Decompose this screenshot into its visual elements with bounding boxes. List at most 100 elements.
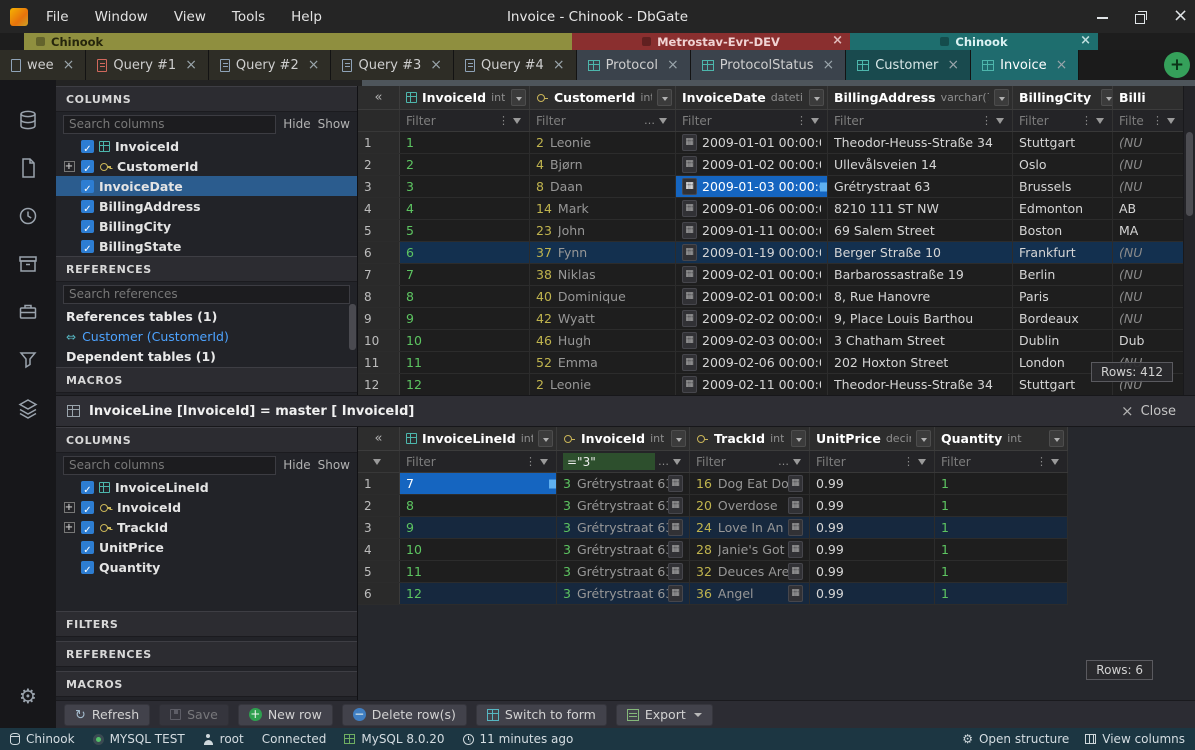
tab-group[interactable]: Chinook <box>24 33 572 50</box>
cell-invoiceid[interactable]: 2 <box>400 154 530 175</box>
column-menu-chevron-icon[interactable] <box>657 89 672 106</box>
menu-item[interactable]: View <box>174 9 206 25</box>
cell-billingaddress[interactable]: 8210 111 ST NW <box>828 198 1013 219</box>
funnel-icon[interactable] <box>1167 118 1175 124</box>
cell-invoiceid[interactable]: 5 <box>400 220 530 241</box>
open-reference-icon[interactable] <box>668 519 683 536</box>
cell-quantity[interactable]: 1 <box>935 517 1068 538</box>
cell-invoicelineid[interactable]: 12 <box>400 583 557 604</box>
cell-invoiceid[interactable]: 9 <box>400 308 530 329</box>
filter-menu-icon[interactable] <box>1080 114 1093 127</box>
filter-menu-icon[interactable] <box>980 114 993 127</box>
reference-table-link[interactable]: Customer (CustomerId) <box>56 327 357 346</box>
cell-invoiceid[interactable]: 3 Grétrystraat 63 <box>557 583 690 604</box>
cell-billingaddress[interactable]: Ullevålsveien 14 <box>828 154 1013 175</box>
cell-billingcity[interactable]: Frankfurt <box>1013 242 1113 263</box>
menu-item[interactable]: Help <box>291 9 322 25</box>
cell-invoicedate[interactable]: 2009-01-03 00:00:00 <box>676 176 828 197</box>
datetime-editor-icon[interactable] <box>682 200 697 217</box>
column-filter[interactable]: Filter <box>400 451 557 472</box>
cell-invoiceid[interactable]: 7 <box>400 264 530 285</box>
cell-billingstate[interactable]: (NU <box>1113 308 1183 329</box>
cell-billingaddress[interactable]: Berger Straße 10 <box>828 242 1013 263</box>
table-row[interactable]: 3 9 3 Grétrystraat 63 24 <box>358 517 1068 539</box>
history-nav-icon[interactable] <box>0 192 56 240</box>
filter-input[interactable]: Filter <box>682 114 795 128</box>
open-structure-button[interactable]: Open structure <box>962 732 1069 746</box>
cell-billingstate[interactable]: (NU <box>1113 286 1183 307</box>
plugins-nav-icon[interactable] <box>0 288 56 336</box>
cell-unitprice[interactable]: 0.99 <box>810 583 935 604</box>
column-checkbox[interactable] <box>81 561 94 574</box>
maximize-button[interactable] <box>1135 11 1147 23</box>
save-button[interactable]: Save <box>159 704 229 726</box>
column-checkbox[interactable] <box>81 501 94 514</box>
cell-invoicedate[interactable]: 2009-02-02 00:00:00 <box>676 308 828 329</box>
open-reference-icon[interactable] <box>788 475 803 492</box>
cell-customerid[interactable]: 42 Wyatt <box>530 308 676 329</box>
tab-group[interactable]: Chinook <box>850 33 1098 50</box>
filter-menu-icon[interactable] <box>643 114 656 127</box>
clear-filters-icon[interactable] <box>373 459 381 465</box>
table-row[interactable]: 6 6 37 Fynn 2009-01-19 00:00:00 <box>358 242 1183 264</box>
tab-close-icon[interactable] <box>553 57 565 73</box>
column-checkbox[interactable] <box>81 160 94 173</box>
cell-invoicedate[interactable]: 2009-02-11 00:00:00 <box>676 374 828 395</box>
column-menu-chevron-icon[interactable] <box>916 430 931 447</box>
references-section-header[interactable]: REFERENCES <box>56 256 357 282</box>
row-number[interactable]: 4 <box>358 539 400 560</box>
references-section-header[interactable]: REFERENCES <box>56 641 357 667</box>
hide-columns-button[interactable]: Hide <box>283 458 310 472</box>
cell-billingcity[interactable]: Edmonton <box>1013 198 1113 219</box>
cell-billingstate[interactable]: MA <box>1113 220 1183 241</box>
minimize-button[interactable] <box>1097 11 1109 23</box>
column-filter[interactable]: Filter <box>935 451 1068 472</box>
cell-billingstate[interactable]: AB <box>1113 198 1183 219</box>
menu-item[interactable]: Tools <box>232 9 265 25</box>
cell-invoiceid[interactable]: 1 <box>400 132 530 153</box>
open-reference-icon[interactable] <box>668 497 683 514</box>
column-menu-chevron-icon[interactable] <box>511 89 526 106</box>
macros-section-header[interactable]: MACROS <box>56 671 357 697</box>
cell-billingstate[interactable]: (NU <box>1113 242 1183 263</box>
cell-billingstate[interactable]: (NU <box>1113 132 1183 153</box>
cell-billingaddress[interactable]: Theodor-Heuss-Straße 34 <box>828 374 1013 395</box>
filter-input[interactable]: Filter <box>696 455 777 469</box>
row-number[interactable]: 6 <box>358 242 400 263</box>
column-checkbox[interactable] <box>81 240 94 253</box>
column-menu-chevron-icon[interactable] <box>1101 89 1113 106</box>
tab-wee[interactable]: wee <box>0 50 86 80</box>
cell-invoicelineid[interactable]: 10 <box>400 539 557 560</box>
column-tree-item[interactable]: Quantity <box>56 557 357 577</box>
column-header[interactable]: BillingCity varcha <box>1013 86 1113 109</box>
tab-query-2[interactable]: Query #2 <box>209 50 332 80</box>
cell-billingaddress[interactable]: 9, Place Louis Barthou <box>828 308 1013 329</box>
cell-invoiceid[interactable]: 6 <box>400 242 530 263</box>
column-tree-item[interactable]: BillingState <box>56 236 357 256</box>
filter-input[interactable]: Filter <box>816 455 902 469</box>
cell-billingcity[interactable]: Bordeaux <box>1013 308 1113 329</box>
open-reference-icon[interactable] <box>668 541 683 558</box>
tab-query-1[interactable]: Query #1 <box>86 50 209 80</box>
expand-icon[interactable] <box>64 522 75 533</box>
cell-unitprice[interactable]: 0.99 <box>810 517 935 538</box>
cell-billingcity[interactable]: Stuttgart <box>1013 132 1113 153</box>
datetime-editor-icon[interactable] <box>682 376 697 393</box>
column-filter[interactable]: Filter <box>690 451 810 472</box>
cell-invoicedate[interactable]: 2009-01-01 00:00:00 <box>676 132 828 153</box>
table-row[interactable]: 4 10 3 Grétrystraat 63 28 <box>358 539 1068 561</box>
switch-to-form-button[interactable]: Switch to form <box>476 704 607 726</box>
cell-quantity[interactable]: 1 <box>935 539 1068 560</box>
tab-query-3[interactable]: Query #3 <box>331 50 454 80</box>
column-tree-item[interactable]: BillingAddress <box>56 196 357 216</box>
cell-customerid[interactable]: 52 Emma <box>530 352 676 373</box>
cell-invoiceid[interactable]: 3 Grétrystraat 63 <box>557 473 690 494</box>
detail-columns-search-input[interactable] <box>63 456 276 475</box>
close-detail-button[interactable]: Close <box>1121 402 1176 420</box>
column-filter[interactable]: ="3" <box>557 451 690 472</box>
cell-invoicedate[interactable]: 2009-01-02 00:00:00 <box>676 154 828 175</box>
open-reference-icon[interactable] <box>788 519 803 536</box>
funnel-icon[interactable] <box>673 459 681 465</box>
cell-invoicelineid[interactable]: 9 <box>400 517 557 538</box>
datetime-editor-icon[interactable] <box>682 134 697 151</box>
